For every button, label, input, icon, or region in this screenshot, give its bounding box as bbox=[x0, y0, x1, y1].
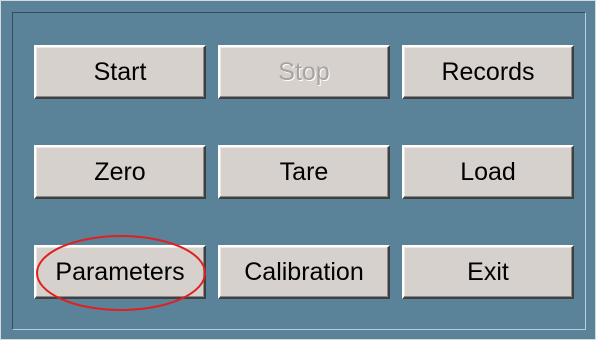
start-button[interactable]: Start bbox=[34, 45, 206, 99]
tare-button[interactable]: Tare bbox=[218, 145, 390, 199]
zero-button[interactable]: Zero bbox=[34, 145, 206, 199]
records-button[interactable]: Records bbox=[402, 45, 574, 99]
stop-button[interactable]: Stop bbox=[218, 45, 390, 99]
control-panel: Start Stop Records Zero Tare Load Parame… bbox=[0, 0, 596, 340]
exit-button[interactable]: Exit bbox=[402, 245, 574, 299]
load-button[interactable]: Load bbox=[402, 145, 574, 199]
calibration-button[interactable]: Calibration bbox=[218, 245, 390, 299]
parameters-button[interactable]: Parameters bbox=[34, 245, 206, 299]
